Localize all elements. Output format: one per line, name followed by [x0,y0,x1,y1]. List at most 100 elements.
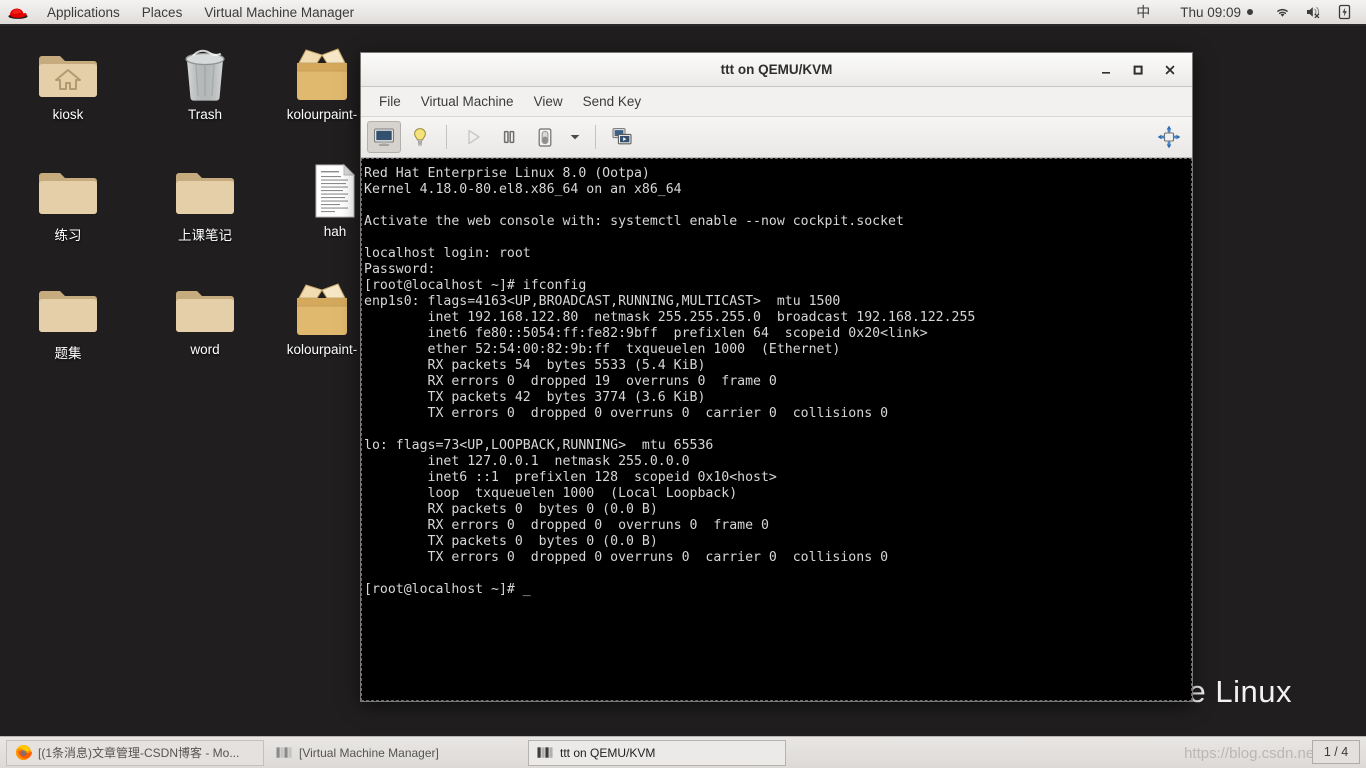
folder-icon [176,291,234,332]
lightbulb-icon [414,127,426,146]
home-folder-icon [36,40,100,102]
vmm-icon-svg [275,746,292,758]
folder-icon [39,173,97,214]
window-toolbar [361,117,1192,158]
taskbar-item-vmm[interactable]: [Virtual Machine Manager] [267,740,525,766]
clock-button[interactable]: Thu 09:09 [1166,5,1267,20]
folder-icon [36,275,100,337]
minimize-button[interactable] [1090,56,1122,84]
workspace-switcher[interactable]: 1 / 4 [1312,740,1360,764]
close-icon [1165,65,1175,75]
desktop-icon[interactable]: kiosk [8,40,128,122]
wallpaper-text: e Linux [1188,674,1292,709]
redhat-logo-icon[interactable] [0,0,36,24]
menu-applications[interactable]: Applications [36,0,131,24]
folder-icon [176,173,234,214]
folder-icon [173,157,237,219]
snapshots-icon [612,128,632,145]
run-button[interactable] [456,121,490,153]
shutdown-button[interactable] [528,121,562,153]
virt-viewer-window[interactable]: ttt on QEMU/KVM File Virtual Machine Vie… [360,52,1193,702]
document-icon [303,157,367,219]
details-view-button[interactable] [403,121,437,153]
chevron-down-icon [570,135,580,140]
vmm-icon-svg-2 [536,746,553,758]
pause-button[interactable] [492,121,526,153]
watermark: https://blog.csdn.net/y [1184,745,1330,762]
archive-box-icon [290,40,354,102]
resize-arrows-icon [1157,125,1181,149]
firefox-icon-svg [15,744,32,761]
volume-muted-icon-svg [1307,6,1320,19]
console-view-button[interactable] [367,121,401,153]
vmm-icon [536,744,554,762]
home-folder-icon [39,56,97,97]
maximize-button[interactable] [1122,56,1154,84]
snapshots-button[interactable] [605,121,639,153]
menu-file[interactable]: File [369,87,411,116]
folder-icon [36,157,100,219]
trash-icon [185,49,225,101]
desktop-icon-label: word [190,342,220,357]
menu-places[interactable]: Places [131,0,194,24]
menu-view[interactable]: View [524,87,573,116]
folder-icon [173,275,237,337]
desktop-icon-label: hah [323,224,347,239]
desktop-icon-label: kolourpaint- [286,107,358,122]
desktop-icon-label: 题集 [54,346,82,361]
menu-send-key[interactable]: Send Key [573,87,652,116]
taskbar-item-label: [(1条消息)文章管理-CSDN博客 - Mo... [38,746,240,760]
vm-console[interactable]: Red Hat Enterprise Linux 8.0 (Ootpa) Ker… [361,158,1192,701]
notification-dot-icon [1247,9,1253,15]
monitor-icon [373,127,395,146]
desktop-icon-label: 练习 [54,228,82,243]
pause-icon [503,130,515,144]
taskbar: [(1条消息)文章管理-CSDN博客 - Mo... [Virtual Mach… [0,736,1366,768]
window-titlebar[interactable]: ttt on QEMU/KVM [361,53,1192,87]
fullscreen-button[interactable] [1152,121,1186,153]
desktop-screen: e Linux kiosk Trash kolourpaint- 练习 上课笔记 hah 题… [0,0,1366,768]
menu-virtual-machine[interactable]: Virtual Machine [411,87,524,116]
minimize-icon [1102,72,1110,74]
desktop-icon-label: 上课笔记 [178,228,232,243]
desktop-icon[interactable]: 练习 [8,157,128,244]
desktop-icon[interactable]: 题集 [8,275,128,362]
desktop-icon[interactable]: 上课笔记 [145,157,265,244]
menu-virtual-machine-manager[interactable]: Virtual Machine Manager [193,0,365,24]
maximize-icon [1133,65,1143,75]
input-method-indicator[interactable]: 中 [1126,2,1166,22]
archive-box-icon [297,48,347,100]
taskbar-item-label: ttt on QEMU/KVM [560,745,656,760]
battery-icon[interactable] [1331,4,1358,20]
taskbar-item-firefox[interactable]: [(1条消息)文章管理-CSDN博客 - Mo... [6,739,264,766]
volume-muted-icon[interactable] [1298,5,1331,19]
taskbar-item-label: [Virtual Machine Manager] [299,745,439,760]
close-button[interactable] [1154,56,1186,84]
terminal-output: Red Hat Enterprise Linux 8.0 (Ootpa) Ker… [364,166,976,597]
desktop-icon[interactable]: word [145,275,265,357]
archive-box-icon [297,283,347,335]
play-icon [468,129,480,145]
firefox-icon [14,744,32,762]
desktop-icon[interactable]: Trash [145,40,265,122]
vmm-icon [275,744,293,762]
power-switch-icon [538,127,552,147]
trash-icon [173,40,237,102]
wifi-icon-svg [1277,8,1288,17]
wifi-icon[interactable] [1267,5,1298,19]
desktop-icon-label: Trash [187,107,222,122]
window-menubar: File Virtual Machine View Send Key [361,87,1192,117]
toolbar-separator-2 [595,125,596,149]
redhat-logo-icon-svg [8,8,28,19]
taskbar-item-ttt-qemu[interactable]: ttt on QEMU/KVM [528,739,786,766]
window-title: ttt on QEMU/KVM [720,62,833,77]
clock-label: Thu 09:09 [1180,4,1241,20]
toolbar-separator [446,125,447,149]
document-icon [315,163,356,218]
window-controls [1090,53,1186,87]
archive-box-icon [290,275,354,337]
shutdown-menu-button[interactable] [564,121,586,153]
battery-icon-svg [1338,4,1351,20]
desktop-icon-label: kolourpaint- [286,342,358,357]
top-panel: Applications Places Virtual Machine Mana… [0,0,1366,26]
